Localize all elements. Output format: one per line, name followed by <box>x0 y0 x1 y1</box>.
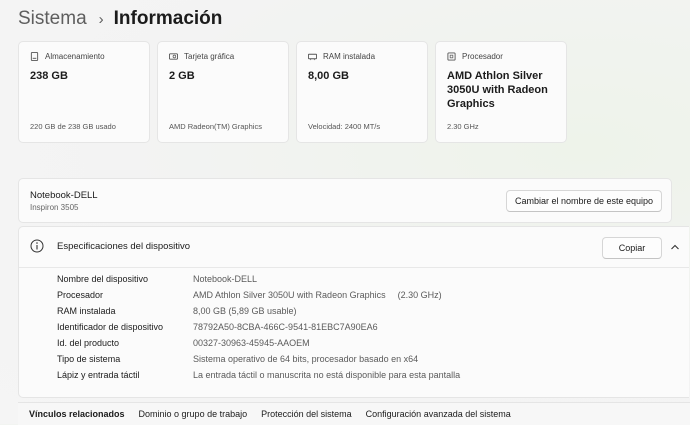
chevron-up-icon[interactable] <box>669 241 681 253</box>
card-label: Procesador <box>462 52 503 61</box>
graphics-card-icon <box>169 53 178 60</box>
spec-value: 8,00 GB (5,89 GB usable) <box>193 306 297 316</box>
spec-row: Nombre del dispositivo Notebook-DELL <box>57 271 257 287</box>
processor-icon <box>447 52 456 61</box>
graphics-card: Tarjeta gráfica 2 GB AMD Radeon(TM) Grap… <box>157 41 289 143</box>
card-value: 8,00 GB <box>308 70 349 82</box>
card-label: Tarjeta gráfica <box>184 52 235 61</box>
spec-row: Identificador de dispositivo 78792A50-8C… <box>57 319 378 335</box>
breadcrumb: Sistema › Información <box>18 6 222 32</box>
spec-label: Tipo de sistema <box>57 354 121 364</box>
card-subtext: 2.30 GHz <box>447 122 479 131</box>
storage-card: Almacenamiento 238 GB 220 GB de 238 GB u… <box>18 41 150 143</box>
spec-label: Lápiz y entrada táctil <box>57 370 140 380</box>
spec-row: Procesador AMD Athlon Silver 3050U with … <box>57 287 442 303</box>
link-system-protection[interactable]: Protección del sistema <box>261 409 352 419</box>
device-specs-header[interactable]: Especificaciones del dispositivo Copiar <box>19 227 689 267</box>
info-icon <box>30 239 44 253</box>
spec-value: AMD Athlon Silver 3050U with Radeon Grap… <box>193 290 386 300</box>
spec-label: RAM instalada <box>57 306 116 316</box>
card-value: AMD Athlon Silver 3050U with Radeon Grap… <box>447 70 548 110</box>
card-subtext: AMD Radeon(TM) Graphics <box>169 122 262 131</box>
device-name: Notebook-DELL <box>30 190 98 201</box>
processor-card: Procesador AMD Athlon Silver 3050U with … <box>435 41 567 143</box>
spec-value: La entrada táctil o manuscrita no está d… <box>193 370 461 380</box>
rename-pc-button[interactable]: Cambiar el nombre de este equipo <box>506 190 662 212</box>
device-specs-panel: Especificaciones del dispositivo Copiar … <box>18 226 689 398</box>
spec-value: 78792A50-8CBA-466C-9541-81EBC7A90EA6 <box>193 322 378 332</box>
related-links-title: Vínculos relacionados <box>29 409 125 419</box>
device-specs-body: Nombre del dispositivo Notebook-DELL Pro… <box>19 267 689 397</box>
spec-label: Nombre del dispositivo <box>57 274 149 284</box>
spec-value-extra: (2.30 GHz) <box>397 290 442 300</box>
card-subtext: Velocidad: 2400 MT/s <box>308 122 381 131</box>
device-name-panel: Notebook-DELL Inspiron 3505 Cambiar el n… <box>18 178 672 223</box>
spec-label: Procesador <box>57 290 104 300</box>
card-subtext: 220 GB de 238 GB usado <box>30 122 116 131</box>
spec-value: 00327-30963-45945-AAOEM <box>193 338 310 348</box>
spec-label: Identificador de dispositivo <box>57 322 164 332</box>
device-model: Inspiron 3505 <box>30 203 79 212</box>
spec-row: Tipo de sistema Sistema operativo de 64 … <box>57 351 418 367</box>
card-label: RAM instalada <box>323 52 376 61</box>
link-domain-workgroup[interactable]: Dominio o grupo de trabajo <box>139 409 248 419</box>
card-label: Almacenamiento <box>45 52 105 61</box>
spec-value: Notebook-DELL <box>193 274 258 284</box>
ram-card: RAM instalada 8,00 GB Velocidad: 2400 MT… <box>296 41 428 143</box>
spec-label: Id. del producto <box>57 338 120 348</box>
related-links-bar: Vínculos relacionados Dominio o grupo de… <box>18 402 690 425</box>
page-title: Información <box>113 8 223 29</box>
breadcrumb-parent[interactable]: Sistema <box>18 8 87 30</box>
storage-icon <box>30 52 39 61</box>
spec-row: Lápiz y entrada táctil La entrada táctil… <box>57 367 460 383</box>
spec-row: Id. del producto 00327-30963-45945-AAOEM <box>57 335 310 351</box>
device-specs-title: Especificaciones del dispositivo <box>57 241 191 252</box>
spec-value: Sistema operativo de 64 bits, procesador… <box>193 354 419 364</box>
spec-row: RAM instalada 8,00 GB (5,89 GB usable) <box>57 303 297 319</box>
ram-icon <box>308 53 317 61</box>
card-value: 238 GB <box>30 70 68 82</box>
link-advanced-system-settings[interactable]: Configuración avanzada del sistema <box>366 409 511 419</box>
card-value: 2 GB <box>169 70 195 82</box>
copy-button[interactable]: Copiar <box>602 237 662 259</box>
breadcrumb-chevron-icon: › <box>98 10 104 28</box>
